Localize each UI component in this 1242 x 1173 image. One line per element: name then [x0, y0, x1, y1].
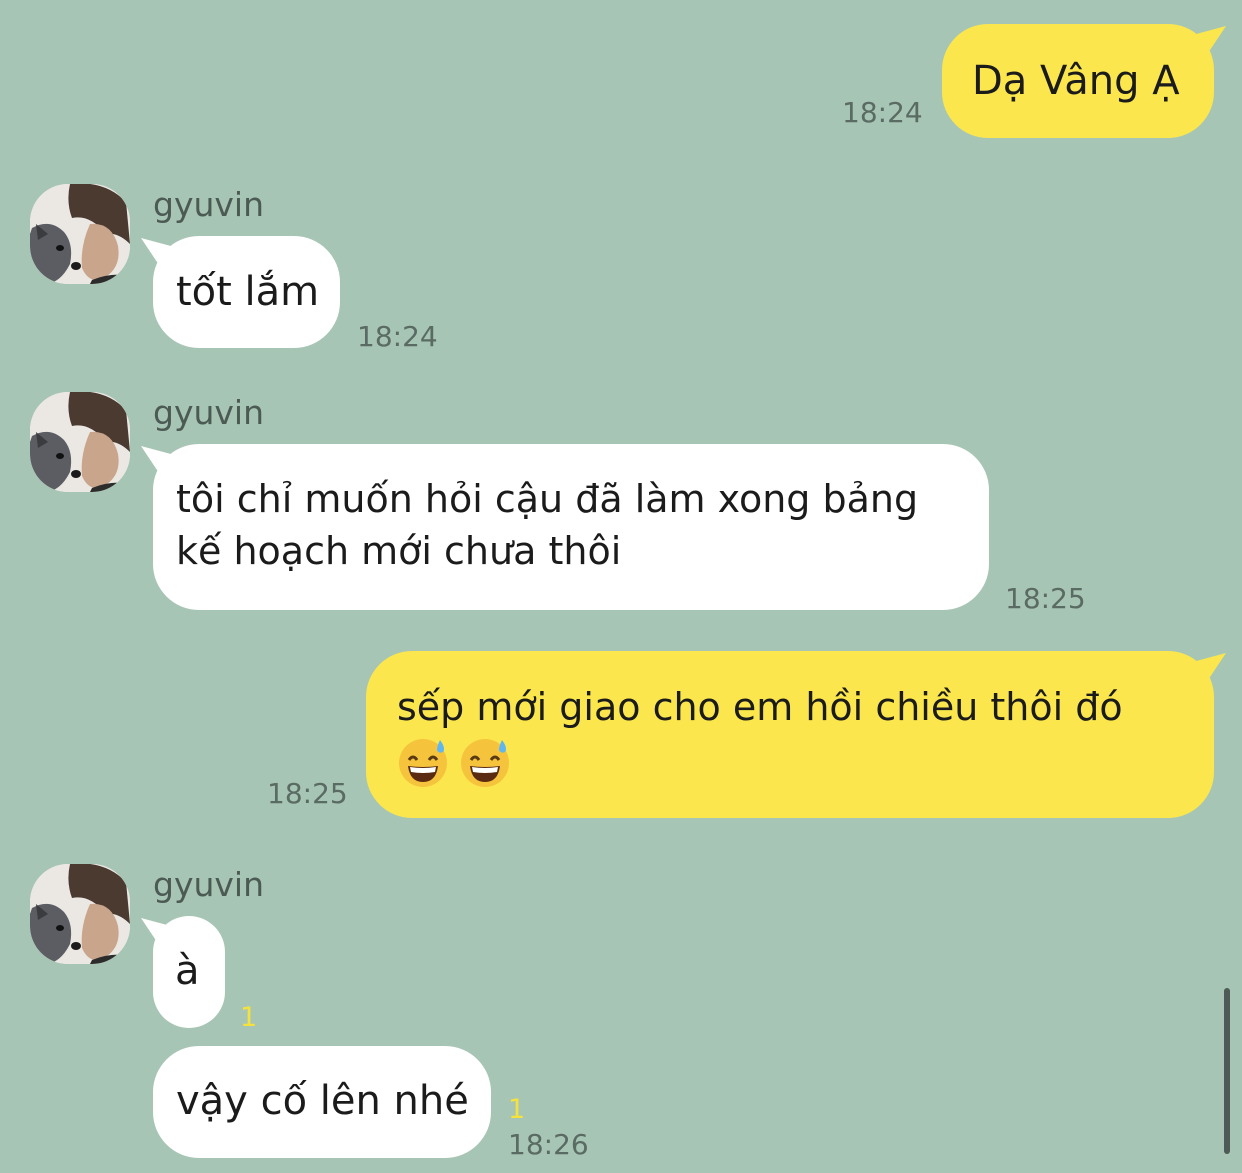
outgoing-message-bubble[interactable]: sếp mới giao cho em hồi chiều thôi đó: [366, 651, 1226, 818]
incoming-message-bubble[interactable]: vậy cố lên nhé: [153, 1046, 491, 1158]
avatar[interactable]: [30, 184, 130, 284]
emoji-row: [397, 733, 1214, 788]
unread-count: 1: [240, 1002, 258, 1033]
message-text: Dạ Vâng Ạ: [972, 58, 1180, 104]
avatar[interactable]: [30, 392, 130, 492]
grinning-face-with-sweat-icon: [399, 738, 447, 787]
sender-name: gyuvin: [153, 185, 265, 224]
sender-name: gyuvin: [153, 865, 265, 904]
message-time: 18:24: [842, 96, 923, 129]
profile-photo-icon: [30, 184, 130, 284]
scrollbar[interactable]: [1224, 988, 1230, 1154]
message-text: vậy cố lên nhé: [176, 1078, 469, 1124]
message-text: sếp mới giao cho em hồi chiều thôi đó: [397, 685, 1123, 729]
bubble-tail: [141, 238, 181, 274]
message-time: 18:24: [357, 320, 438, 353]
profile-photo-icon: [30, 864, 130, 964]
message-text: à: [175, 948, 200, 994]
unread-count: 1: [508, 1094, 526, 1125]
message-time: 18:25: [267, 777, 348, 810]
message-time: 18:25: [1005, 582, 1086, 615]
incoming-message-bubble[interactable]: tốt lắm: [141, 236, 340, 348]
profile-photo-icon: [30, 392, 130, 492]
avatar[interactable]: [30, 864, 130, 964]
message-time: 18:26: [508, 1128, 589, 1161]
message-text: tốt lắm: [176, 269, 320, 315]
incoming-message-bubble[interactable]: à: [141, 916, 225, 1028]
outgoing-message-bubble[interactable]: Dạ Vâng Ạ: [942, 24, 1226, 138]
incoming-message-bubble[interactable]: tôi chỉ muốn hỏi cậu đã làm xong bảng kế…: [141, 444, 989, 610]
sender-name: gyuvin: [153, 393, 265, 432]
message-text-line: tôi chỉ muốn hỏi cậu đã làm xong bảng: [176, 477, 919, 521]
grinning-face-with-sweat-icon: [461, 738, 509, 787]
bubble-tail: [141, 446, 181, 482]
message-text-line: kế hoạch mới chưa thôi: [176, 529, 622, 573]
bubble-tail: [1186, 26, 1226, 62]
chat-window[interactable]: 18:24 Dạ Vâng Ạ gyuvin tốt lắm 18:24 gyu…: [0, 0, 1242, 1173]
